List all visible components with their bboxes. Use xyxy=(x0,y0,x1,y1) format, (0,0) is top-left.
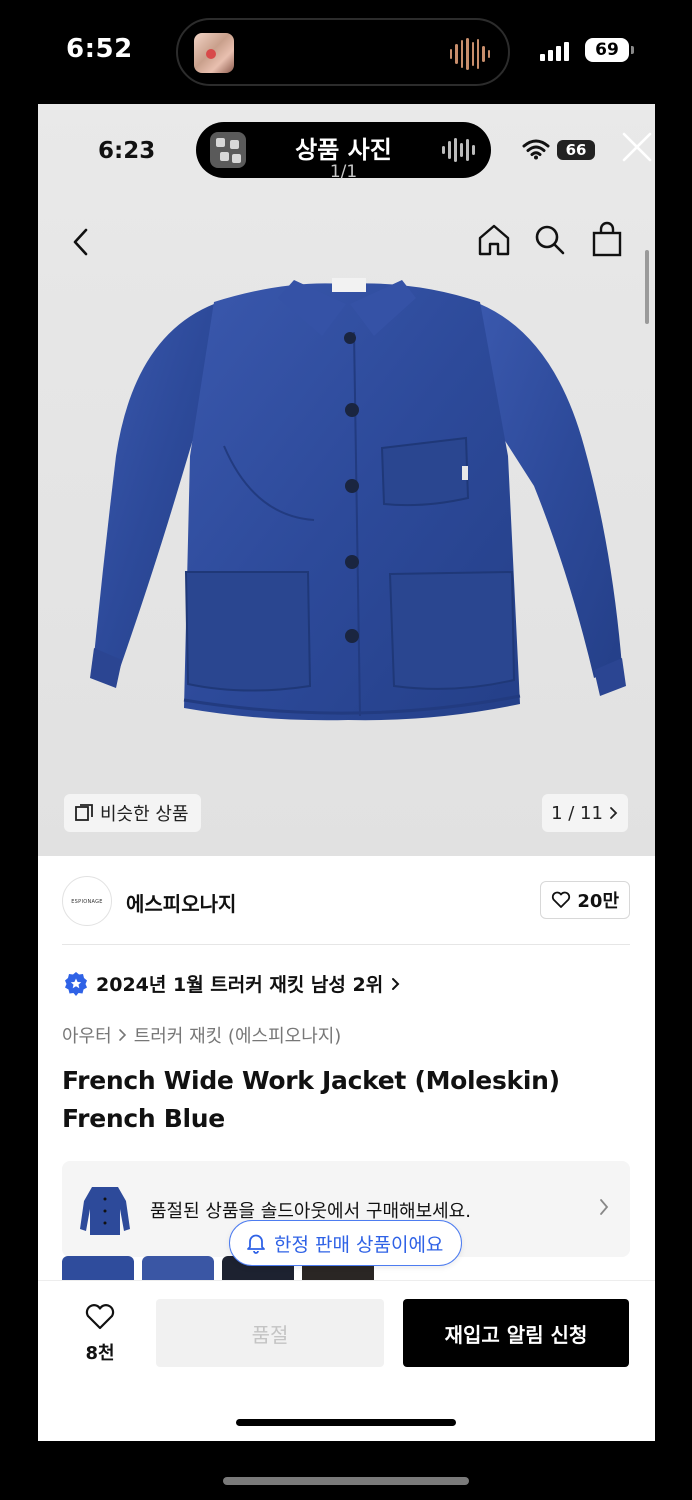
similar-products-button[interactable]: 비슷한 상품 xyxy=(64,794,201,832)
similar-products-label: 비슷한 상품 xyxy=(100,804,189,825)
back-chevron-icon[interactable] xyxy=(68,224,94,260)
wifi-icon xyxy=(522,139,550,160)
photo-viewer-counter: 1/1 xyxy=(329,162,358,182)
banner-product-thumbnail xyxy=(80,1187,130,1235)
home-icon[interactable] xyxy=(476,222,512,258)
option-thumb[interactable] xyxy=(62,1256,134,1280)
product-gallery[interactable]: 6:23 상품 사진 1/1 66 비슷한 상품 1 / 11 xyxy=(38,104,655,856)
chevron-right-icon xyxy=(600,1199,609,1215)
close-icon[interactable] xyxy=(620,130,654,164)
app-screen: 6:23 상품 사진 1/1 66 비슷한 상품 1 / 11 ESPIONAG… xyxy=(38,104,655,1441)
brand-like-button[interactable]: 20만 xyxy=(540,881,630,919)
wishlist-button[interactable]: 8천 xyxy=(78,1303,122,1365)
restock-alert-button[interactable]: 재입고 알림 신청 xyxy=(403,1299,629,1367)
option-thumb[interactable] xyxy=(142,1256,214,1280)
chevron-right-icon xyxy=(392,977,400,990)
ranking-badge-icon xyxy=(65,971,87,996)
audio-waveform-icon xyxy=(450,38,490,70)
soldout-button: 품절 xyxy=(156,1299,384,1367)
breadcrumb-category[interactable]: 아우터 xyxy=(62,1022,112,1048)
photo-viewer-island: 상품 사진 1/1 xyxy=(196,122,491,182)
ranking-link[interactable]: 2024년 1월 트러커 재킷 남성 2위 xyxy=(64,970,401,997)
bell-icon xyxy=(247,1234,265,1254)
home-indicator xyxy=(236,1419,456,1426)
scrollbar[interactable] xyxy=(645,250,649,324)
image-counter-button[interactable]: 1 / 11 xyxy=(542,794,628,832)
brand-logo[interactable]: ESPIONAGE xyxy=(62,876,112,926)
audio-waveform-icon xyxy=(442,138,475,162)
product-title: French Wide Work Jacket (Moleskin) Frenc… xyxy=(62,1066,560,1133)
heart-icon xyxy=(85,1304,115,1330)
inner-clock: 6:23 xyxy=(98,138,156,164)
limited-sale-badge[interactable]: 한정 판매 상품이에요 xyxy=(229,1220,463,1266)
now-playing-avatar xyxy=(194,33,234,73)
device-status-bar: 6:52 69 xyxy=(0,0,692,104)
breadcrumb: 아우터 트러커 재킷 (에스피오나지) xyxy=(62,1022,341,1048)
brand-row[interactable]: ESPIONAGE 에스피오나지 20만 xyxy=(62,876,630,926)
device-home-indicator[interactable] xyxy=(223,1477,469,1485)
breadcrumb-subcategory[interactable]: 트러커 재킷 (에스피오나지) xyxy=(134,1022,342,1048)
dynamic-island[interactable] xyxy=(176,18,510,86)
limited-sale-text: 한정 판매 상품이에요 xyxy=(274,1233,444,1256)
image-counter: 1 / 11 xyxy=(551,802,603,824)
brand-name[interactable]: 에스피오나지 xyxy=(126,888,236,917)
breadcrumb-chevron-icon xyxy=(118,1029,126,1041)
shopping-bag-icon[interactable] xyxy=(589,220,625,258)
divider xyxy=(62,944,630,945)
similar-items-icon xyxy=(75,804,93,821)
device-clock: 6:52 xyxy=(66,34,133,64)
chevron-right-icon xyxy=(610,807,618,819)
ranking-text: 2024년 1월 트러커 재킷 남성 2위 xyxy=(96,974,384,996)
bottom-action-bar: 8천 품절 재입고 알림 신청 xyxy=(38,1280,655,1441)
battery-icon: 69 xyxy=(585,38,634,62)
inner-battery-icon: 66 xyxy=(557,140,595,160)
wishlist-count: 8천 xyxy=(85,1343,115,1364)
cellular-signal-icon xyxy=(540,42,569,61)
heart-icon xyxy=(552,891,571,908)
brand-like-count: 20만 xyxy=(577,891,619,912)
top-navigation xyxy=(38,208,655,278)
product-image[interactable] xyxy=(64,276,630,736)
search-icon[interactable] xyxy=(532,222,568,258)
